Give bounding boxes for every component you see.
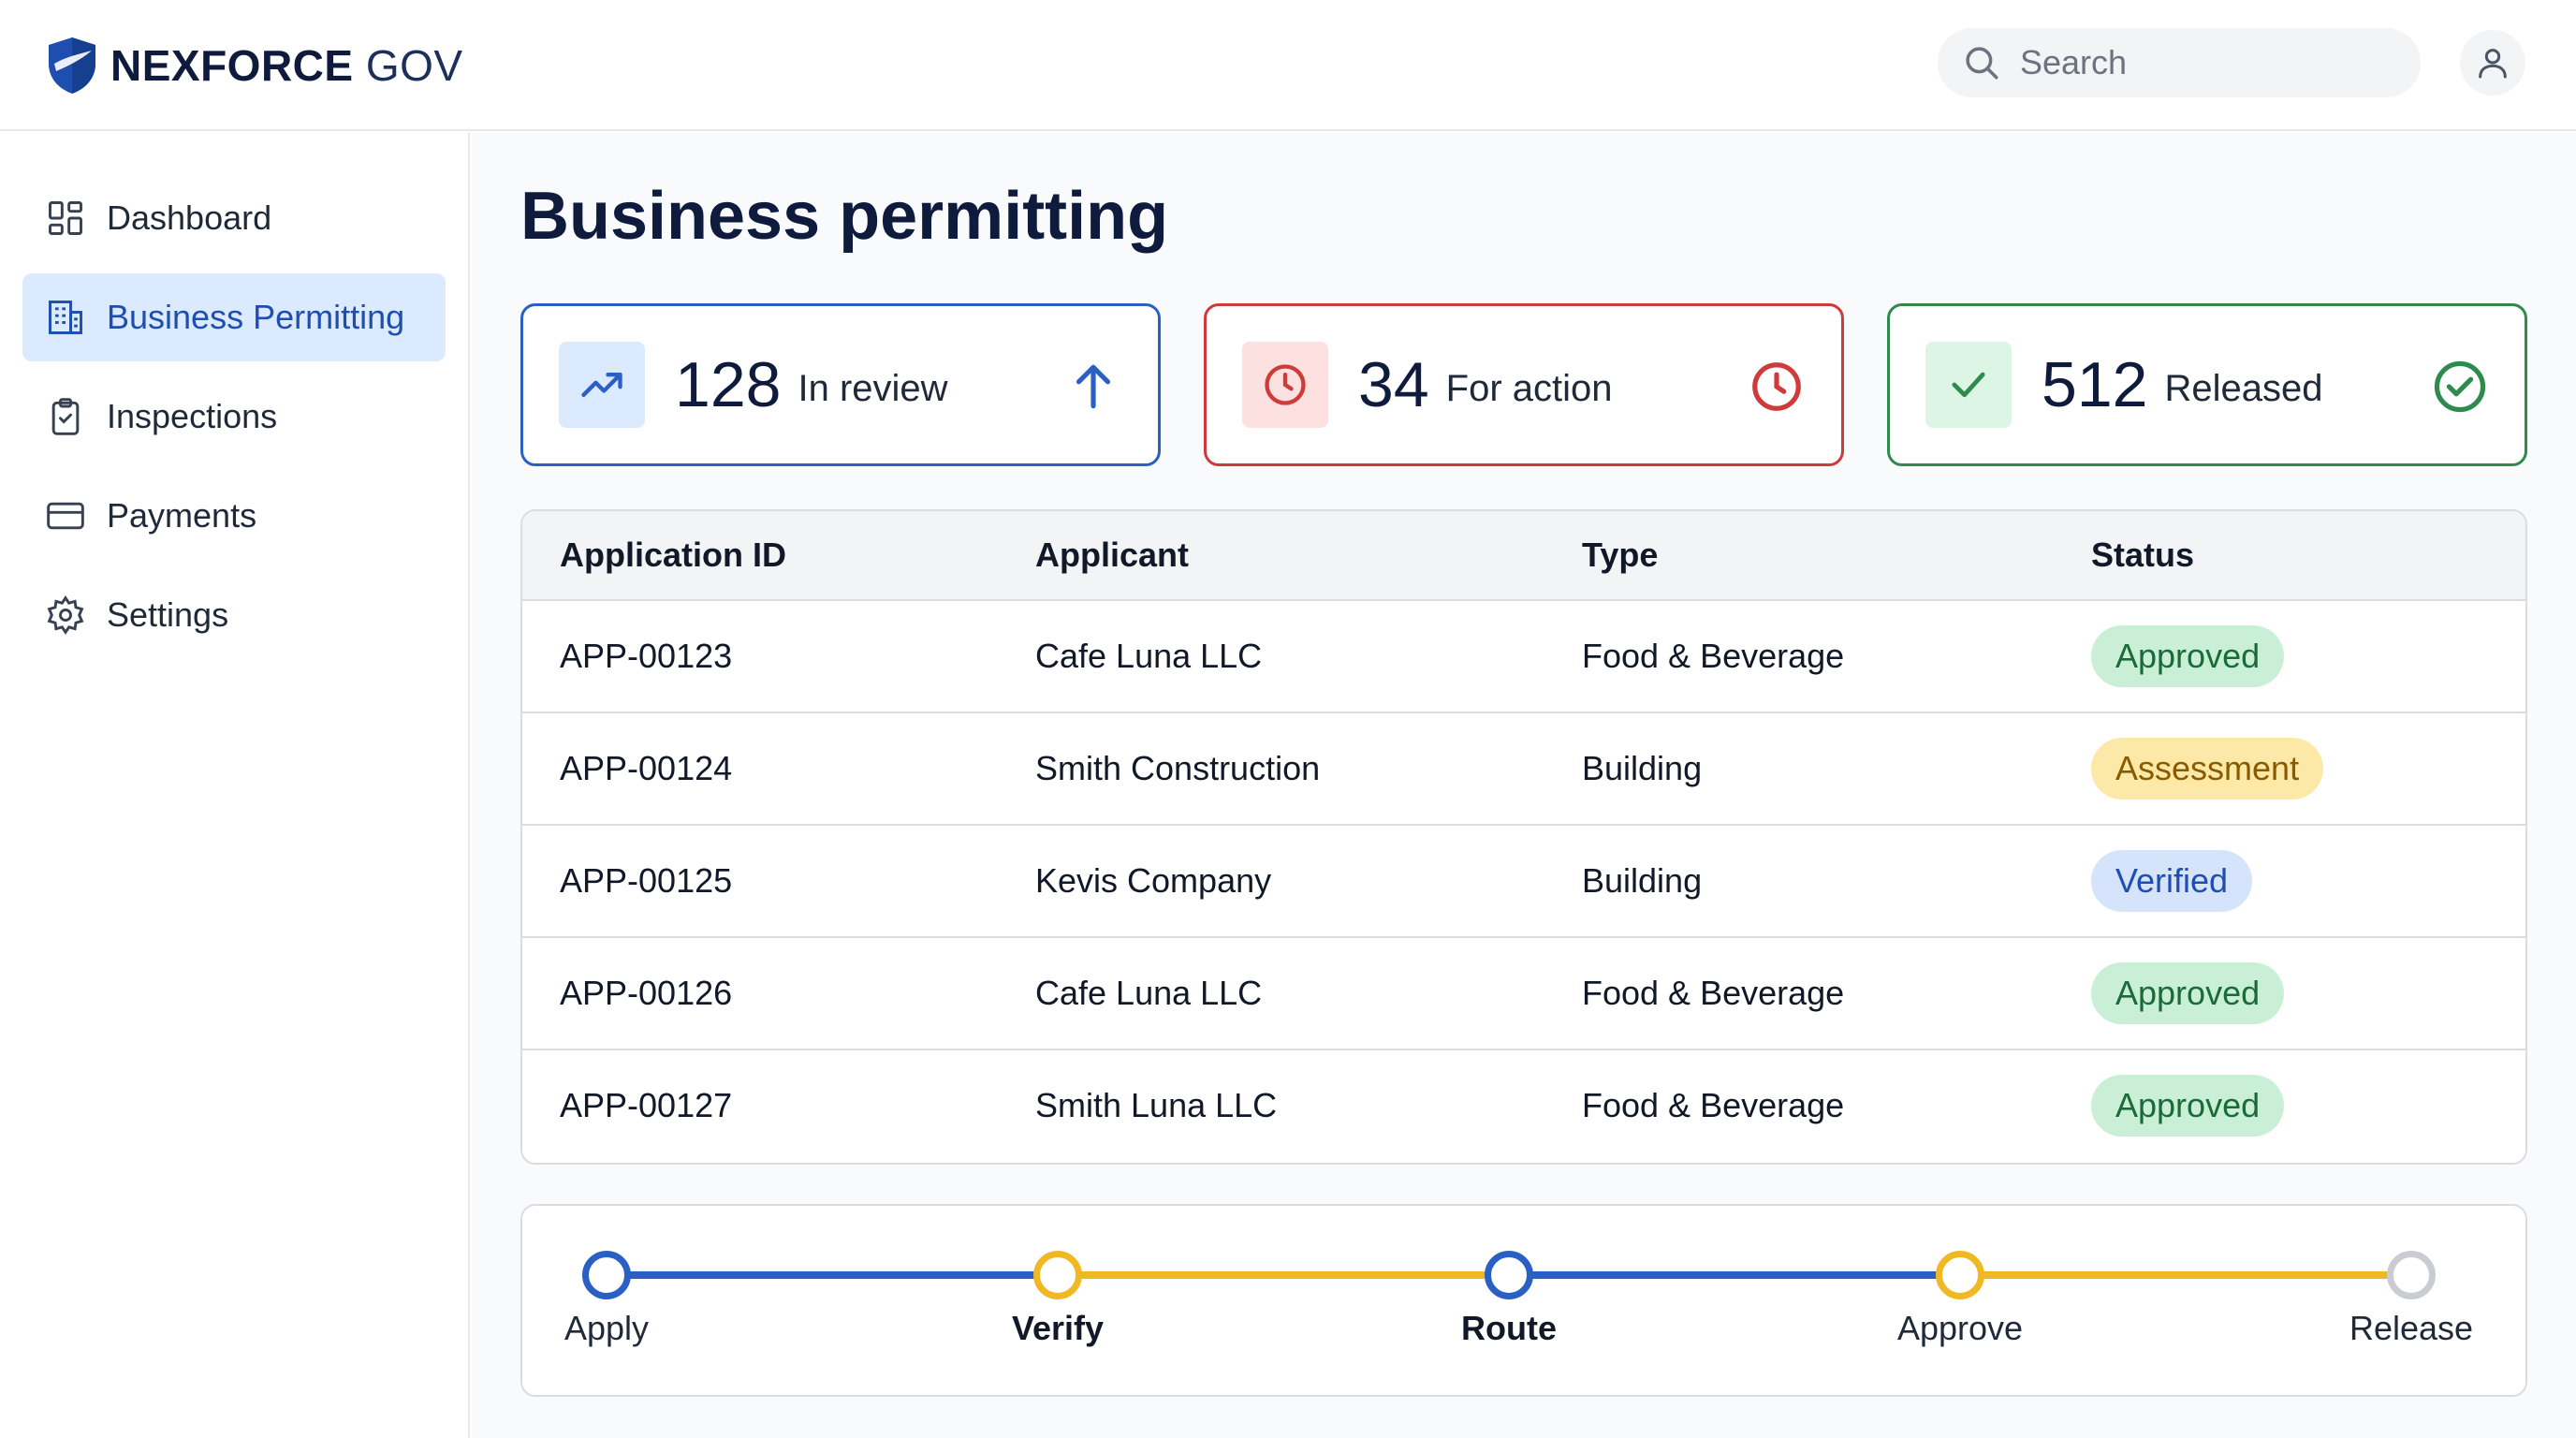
table-row[interactable]: APP-00123 Cafe Luna LLC Food & Beverage … bbox=[522, 601, 2525, 713]
workflow-connector bbox=[1966, 1271, 2389, 1279]
sidebar-item-label: Dashboard bbox=[107, 198, 272, 237]
stat-value: 34 bbox=[1358, 349, 1429, 420]
credit-card-icon bbox=[47, 502, 84, 530]
stat-label: For action bbox=[1445, 367, 1613, 409]
cell-application-id: APP-00123 bbox=[560, 637, 733, 675]
sidebar-item-label: Inspections bbox=[107, 397, 278, 435]
check-circle-icon bbox=[2434, 360, 2486, 413]
workflow-step-label: Route bbox=[1461, 1309, 1557, 1347]
trending-up-icon bbox=[581, 373, 622, 397]
sidebar-item-label: Payments bbox=[107, 496, 257, 535]
stat-icon-box bbox=[1925, 342, 2012, 428]
cell-application-id: APP-00125 bbox=[560, 861, 733, 900]
main-content: Business permitting 128 In review 34 For… bbox=[472, 133, 2576, 1438]
column-header-status[interactable]: Status bbox=[2091, 536, 2194, 575]
column-header-applicant[interactable]: Applicant bbox=[1035, 536, 1189, 575]
sidebar-item-label: Business Permitting bbox=[107, 298, 405, 336]
brand-name-bold: NEXFORCE bbox=[110, 41, 354, 90]
shield-logo-icon bbox=[49, 37, 95, 94]
cell-type: Building bbox=[1582, 749, 1703, 787]
brand-logo[interactable]: NEXFORCE GOV bbox=[47, 34, 463, 97]
workflow-step-verify-node[interactable] bbox=[1033, 1251, 1082, 1299]
status-badge: Approved bbox=[2091, 1075, 2285, 1137]
clock-icon bbox=[1752, 362, 1801, 411]
cell-application-id: APP-00124 bbox=[560, 749, 733, 787]
stat-icon-box bbox=[559, 342, 645, 428]
clock-icon bbox=[1265, 364, 1306, 405]
top-header: NEXFORCE GOV Search bbox=[0, 0, 2576, 131]
stat-icon-box bbox=[1242, 342, 1328, 428]
applications-table: Application ID Applicant Type Status APP… bbox=[520, 509, 2527, 1165]
brand-name-light: GOV bbox=[365, 41, 463, 90]
cell-type: Food & Beverage bbox=[1582, 637, 1845, 675]
workflow-connector bbox=[612, 1271, 1035, 1279]
table-row[interactable]: APP-00127 Smith Luna LLC Food & Beverage… bbox=[522, 1050, 2525, 1163]
workflow-connector bbox=[1515, 1271, 1938, 1279]
stat-label: Released bbox=[2164, 367, 2323, 409]
workflow-step-release-node[interactable] bbox=[2387, 1251, 2436, 1299]
status-badge: Assessment bbox=[2091, 738, 2324, 800]
cell-type: Building bbox=[1582, 861, 1703, 900]
workflow-step-label: Apply bbox=[564, 1309, 650, 1347]
sidebar: Dashboard Business Permitting Inspection… bbox=[0, 133, 470, 1438]
stat-card-for-action[interactable]: 34 For action bbox=[1204, 303, 1844, 466]
sidebar-item-inspections[interactable]: Inspections bbox=[22, 373, 446, 461]
arrow-up-icon bbox=[1076, 364, 1111, 409]
search-icon bbox=[1966, 47, 1998, 80]
cell-applicant: Smith Construction bbox=[1035, 749, 1321, 787]
check-icon bbox=[1952, 372, 1985, 398]
cell-application-id: APP-00127 bbox=[560, 1086, 733, 1124]
gear-icon bbox=[47, 595, 84, 635]
workflow-connector bbox=[1063, 1271, 1486, 1279]
cell-type: Food & Beverage bbox=[1582, 1086, 1845, 1124]
table-row[interactable]: APP-00126 Cafe Luna LLC Food & Beverage … bbox=[522, 938, 2525, 1050]
clipboard-check-icon bbox=[51, 398, 80, 435]
workflow-step-route-node[interactable] bbox=[1485, 1251, 1533, 1299]
cell-applicant: Smith Luna LLC bbox=[1035, 1086, 1278, 1124]
building-icon bbox=[49, 301, 82, 334]
status-badge: Verified bbox=[2091, 850, 2253, 912]
search-placeholder: Search bbox=[2020, 43, 2128, 81]
dashboard-icon bbox=[49, 201, 82, 235]
status-badge: Approved bbox=[2091, 625, 2285, 687]
cell-applicant: Cafe Luna LLC bbox=[1035, 974, 1263, 1012]
sidebar-item-business-permitting[interactable]: Business Permitting bbox=[22, 273, 446, 361]
sidebar-item-label: Settings bbox=[107, 595, 229, 634]
workflow-step-approve-node[interactable] bbox=[1936, 1251, 1984, 1299]
table-header: Application ID Applicant Type Status bbox=[522, 511, 2525, 601]
cell-applicant: Kevis Company bbox=[1035, 861, 1272, 900]
stat-card-released[interactable]: 512 Released bbox=[1887, 303, 2527, 466]
stat-label: In review bbox=[798, 367, 948, 409]
workflow-step-label: Approve bbox=[1896, 1309, 2024, 1347]
brand-name: NEXFORCE GOV bbox=[110, 40, 463, 91]
sidebar-item-dashboard[interactable]: Dashboard bbox=[22, 174, 446, 262]
workflow-step-apply-node[interactable] bbox=[582, 1251, 631, 1299]
table-row[interactable]: APP-00125 Kevis Company Building Verifie… bbox=[522, 826, 2525, 938]
user-icon bbox=[2479, 49, 2507, 79]
user-avatar-button[interactable] bbox=[2460, 30, 2525, 95]
workflow-stepper: Apply Verify Route Approve Release bbox=[520, 1204, 2527, 1397]
workflow-step-label: Verify bbox=[1011, 1309, 1105, 1347]
search-input[interactable]: Search bbox=[1938, 28, 2421, 97]
sidebar-item-settings[interactable]: Settings bbox=[22, 571, 446, 659]
sidebar-item-payments[interactable]: Payments bbox=[22, 472, 446, 560]
column-header-application-id[interactable]: Application ID bbox=[560, 536, 786, 575]
stat-card-in-review[interactable]: 128 In review bbox=[520, 303, 1161, 466]
table-row[interactable]: APP-00124 Smith Construction Building As… bbox=[522, 713, 2525, 826]
status-badge: Approved bbox=[2091, 962, 2285, 1024]
page-title: Business permitting bbox=[520, 179, 1169, 254]
cell-applicant: Cafe Luna LLC bbox=[1035, 637, 1263, 675]
cell-application-id: APP-00126 bbox=[560, 974, 733, 1012]
stat-value: 512 bbox=[2042, 349, 2148, 420]
stat-value: 128 bbox=[675, 349, 782, 420]
column-header-type[interactable]: Type bbox=[1582, 536, 1658, 575]
workflow-step-label: Release bbox=[2349, 1309, 2474, 1347]
cell-type: Food & Beverage bbox=[1582, 974, 1845, 1012]
